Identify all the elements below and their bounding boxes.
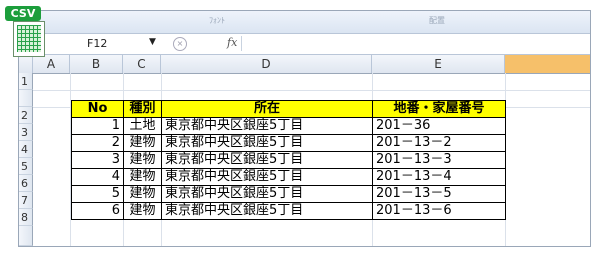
formula-controls: × fx bbox=[169, 36, 237, 51]
cell-no[interactable]: 4 bbox=[71, 168, 124, 186]
cell-no[interactable]: 5 bbox=[71, 185, 124, 203]
column-header-c[interactable]: C bbox=[123, 55, 161, 73]
ribbon-strip: ﾌｫﾝﾄ 配置 bbox=[19, 11, 590, 34]
cell-location[interactable]: 東京都中央区銀座5丁目 bbox=[161, 202, 373, 220]
header-cell-lot-number[interactable]: 地番・家屋番号 bbox=[372, 100, 506, 118]
table-header-row: No 種別 所在 地番・家屋番号 bbox=[71, 100, 506, 118]
row-header-6[interactable]: 6 bbox=[19, 175, 33, 192]
cell-type[interactable]: 建物 bbox=[123, 168, 162, 186]
header-cell-no[interactable]: No bbox=[71, 100, 124, 118]
ribbon-alignment-group[interactable]: 配置 bbox=[429, 15, 445, 26]
name-box-dropdown-icon[interactable]: ▼ bbox=[149, 37, 156, 47]
cancel-formula-icon[interactable]: × bbox=[173, 37, 187, 51]
table-row: 5 建物 東京都中央区銀座5丁目 201－13－5 bbox=[71, 185, 506, 203]
row-header-2-label[interactable]: 2 bbox=[19, 107, 33, 124]
cell-lot-number[interactable]: 201－13－4 bbox=[372, 168, 506, 186]
spreadsheet-window: ﾌｫﾝﾄ 配置 F12 ▼ × fx A B C D E 1 2 3 4 5 6… bbox=[18, 10, 591, 247]
cell-type[interactable]: 建物 bbox=[123, 202, 162, 220]
cell-lot-number[interactable]: 201－13－6 bbox=[372, 202, 506, 220]
cell-location[interactable]: 東京都中央区銀座5丁目 bbox=[161, 151, 373, 169]
table-row: 4 建物 東京都中央区銀座5丁目 201－13－4 bbox=[71, 168, 506, 186]
column-header-e[interactable]: E bbox=[372, 55, 505, 73]
cell-no[interactable]: 3 bbox=[71, 151, 124, 169]
column-header-row: A B C D E bbox=[19, 55, 590, 74]
ribbon-font-group[interactable]: ﾌｫﾝﾄ bbox=[209, 15, 225, 26]
row-header-9[interactable] bbox=[19, 226, 33, 246]
header-cell-type[interactable]: 種別 bbox=[123, 100, 162, 118]
cell-type[interactable]: 建物 bbox=[123, 151, 162, 169]
row-header-4[interactable]: 4 bbox=[19, 141, 33, 158]
spreadsheet-icon bbox=[13, 21, 45, 57]
cell-lot-number[interactable]: 201－13－5 bbox=[372, 185, 506, 203]
cell-no[interactable]: 6 bbox=[71, 202, 124, 220]
column-header-d[interactable]: D bbox=[161, 55, 372, 73]
cell-type[interactable]: 土地 bbox=[123, 117, 162, 135]
table-row: 6 建物 東京都中央区銀座5丁目 201－13－6 bbox=[71, 202, 506, 220]
row-header-8[interactable]: 8 bbox=[19, 209, 33, 226]
formula-input[interactable] bbox=[241, 36, 587, 51]
row-header-7[interactable]: 7 bbox=[19, 192, 33, 209]
cell-location[interactable]: 東京都中央区銀座5丁目 bbox=[161, 185, 373, 203]
header-cell-location[interactable]: 所在 bbox=[161, 100, 373, 118]
table-row: 2 建物 東京都中央区銀座5丁目 201－13－2 bbox=[71, 134, 506, 152]
column-header-f-selected[interactable] bbox=[505, 55, 590, 73]
cell-lot-number[interactable]: 201－36 bbox=[372, 117, 506, 135]
data-table: No 種別 所在 地番・家屋番号 1 土地 東京都中央区銀座5丁目 201－36… bbox=[71, 100, 506, 220]
table-row: 1 土地 東京都中央区銀座5丁目 201－36 bbox=[71, 117, 506, 135]
cell-no[interactable]: 2 bbox=[71, 134, 124, 152]
csv-badge: CSV bbox=[5, 6, 41, 21]
row-header-3[interactable]: 3 bbox=[19, 124, 33, 141]
formula-bar: F12 ▼ × fx bbox=[19, 34, 590, 55]
cell-location[interactable]: 東京都中央区銀座5丁目 bbox=[161, 134, 373, 152]
cell-type[interactable]: 建物 bbox=[123, 185, 162, 203]
table-row: 3 建物 東京都中央区銀座5丁目 201－13－3 bbox=[71, 151, 506, 169]
column-header-b[interactable]: B bbox=[70, 55, 123, 73]
cell-no[interactable]: 1 bbox=[71, 117, 124, 135]
row-header-1[interactable]: 1 bbox=[19, 73, 33, 90]
cell-type[interactable]: 建物 bbox=[123, 134, 162, 152]
row-header-2[interactable] bbox=[19, 90, 33, 107]
cell-location[interactable]: 東京都中央区銀座5丁目 bbox=[161, 168, 373, 186]
grid-icon bbox=[17, 25, 41, 52]
cell-location[interactable]: 東京都中央区銀座5丁目 bbox=[161, 117, 373, 135]
cell-lot-number[interactable]: 201－13－3 bbox=[372, 151, 506, 169]
row-header-5[interactable]: 5 bbox=[19, 158, 33, 175]
cell-lot-number[interactable]: 201－13－2 bbox=[372, 134, 506, 152]
insert-function-button[interactable]: fx bbox=[227, 36, 237, 49]
csv-file-icon: CSV bbox=[5, 6, 51, 68]
gridline bbox=[33, 90, 590, 91]
